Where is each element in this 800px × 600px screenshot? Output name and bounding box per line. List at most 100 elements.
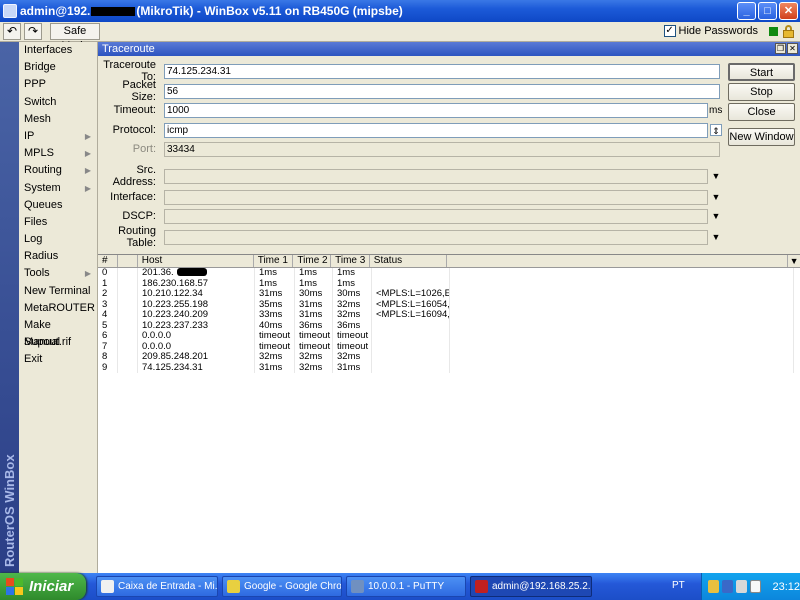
interface-dropdown-icon[interactable]: ▼	[710, 191, 722, 203]
dscp-input[interactable]	[164, 208, 708, 224]
menu-item-make-supout-rif[interactable]: Make Supout.rif	[19, 317, 97, 348]
column-header[interactable]: Time 3	[331, 255, 370, 267]
taskbar-task[interactable]: Google - Google Chrome	[222, 576, 342, 597]
menu-item-ppp[interactable]: PPP	[19, 76, 97, 93]
menu-item-radius[interactable]: Radius	[19, 248, 97, 265]
routing-table-dropdown-icon[interactable]: ▼	[710, 231, 722, 243]
table-cell: 186.230.168.57	[138, 278, 255, 289]
start-button-taskbar[interactable]: Iniciar	[0, 573, 86, 600]
column-header[interactable]: #	[98, 255, 118, 267]
new-window-button[interactable]: New Window	[728, 128, 795, 146]
menu-item-system[interactable]: System ▶	[19, 180, 97, 197]
network-tray-icon[interactable]	[722, 580, 734, 593]
menu-item-queues[interactable]: Queues	[19, 197, 97, 214]
menu-item-bridge[interactable]: Bridge	[19, 59, 97, 76]
menu-item-label: Switch	[24, 95, 57, 108]
safe-mode-button[interactable]: Safe Mode	[50, 23, 100, 52]
routing-table-select[interactable]	[164, 229, 708, 245]
interface-select[interactable]	[164, 189, 708, 205]
table-cell: 33ms	[255, 310, 295, 321]
shield-tray-icon[interactable]	[750, 580, 762, 593]
menu-item-interfaces[interactable]: Interfaces	[19, 42, 97, 59]
menu-item-metarouter[interactable]: MetaROUTER	[19, 300, 97, 317]
restore-icon[interactable]: ❐	[775, 43, 786, 54]
table-row[interactable]: 7 0.0.0.0 timeout timeout timeout	[98, 341, 800, 352]
protocol-dropdown-icon[interactable]: ⇕	[710, 124, 722, 136]
hide-passwords-checkbox[interactable]: ✓	[663, 25, 676, 37]
close-icon[interactable]: ✕	[787, 43, 798, 54]
table-row[interactable]: 9 74.125.234.31 31ms 32ms 31ms	[98, 362, 800, 373]
table-row[interactable]: 8 209.85.248.201 32ms 32ms 32ms	[98, 352, 800, 363]
table-row[interactable]: 4 10.223.240.209 33ms 31ms 32ms <MPLS:L=16094…	[98, 310, 800, 321]
menu-item-log[interactable]: Log	[19, 231, 97, 248]
table-cell	[372, 278, 450, 289]
menu-item-tools[interactable]: Tools ▶	[19, 265, 97, 282]
maximize-button[interactable]: □	[758, 2, 777, 20]
table-cell: 1ms	[255, 268, 295, 279]
column-header[interactable]: Time 2	[293, 255, 332, 267]
mail-tray-icon[interactable]	[708, 580, 720, 593]
menu-item-switch[interactable]: Switch	[19, 94, 97, 111]
packet-size-input[interactable]: 56	[164, 83, 720, 99]
port-label: Port:	[132, 143, 156, 155]
table-row[interactable]: 6 0.0.0.0 timeout timeout timeout	[98, 331, 800, 342]
table-row[interactable]: 3 10.223.255.198 35ms 31ms 32ms <MPLS:L=16054…	[98, 299, 800, 310]
column-header[interactable]	[118, 255, 138, 267]
menu-item-label: Routing	[24, 164, 62, 177]
table-row[interactable]: 1 186.230.168.57 1ms 1ms 1ms	[98, 278, 800, 289]
protocol-select[interactable]: icmp	[164, 122, 708, 138]
winbox-app-icon	[3, 4, 17, 18]
menu-item-files[interactable]: Files	[19, 214, 97, 231]
dscp-dropdown-icon[interactable]: ▼	[710, 210, 722, 222]
language-indicator[interactable]: PT	[672, 580, 685, 591]
stop-button[interactable]: Stop	[728, 83, 795, 101]
traceroute-header[interactable]: Traceroute ❐ ✕	[98, 42, 800, 56]
column-menu-icon[interactable]: ▼	[788, 255, 800, 267]
table-row[interactable]: 210.210.122.3431ms30ms30ms<MPLS:L=1026,E…	[98, 289, 800, 300]
table-cell: 30ms	[295, 289, 333, 300]
minimize-button[interactable]: _	[737, 2, 756, 20]
window-title-bar[interactable]: admin@192. (MikroTik) - WinBox v5.11 on R…	[0, 0, 800, 22]
volume-tray-icon[interactable]	[736, 580, 748, 593]
menu-item-ip[interactable]: IP ▶	[19, 128, 97, 145]
menu-item-routing[interactable]: Routing ▶	[19, 162, 97, 179]
redo-button[interactable]: ↷	[24, 23, 42, 40]
start-button[interactable]: Start	[728, 63, 795, 81]
hide-passwords-toggle[interactable]: ✓ Hide Passwords	[663, 25, 758, 37]
table-cell	[372, 352, 450, 363]
close-window-button[interactable]: ✕	[779, 2, 798, 20]
column-header[interactable]: Host	[138, 255, 254, 267]
menu-item-label: Mesh	[24, 112, 51, 125]
column-header[interactable]: Status	[370, 255, 448, 267]
table-cell: 32ms	[333, 299, 372, 310]
port-input[interactable]: 33434	[164, 141, 720, 157]
table-cell: 32ms	[295, 362, 333, 373]
table-row[interactable]: 5 10.223.237.233 40ms 36ms 36ms	[98, 320, 800, 331]
menu-item-mesh[interactable]: Mesh	[19, 111, 97, 128]
column-header[interactable]: Time 1	[254, 255, 294, 267]
table-cell: 0	[98, 268, 118, 279]
protocol-row: Protocol: icmp ⇕	[98, 122, 800, 138]
menu-item-label: MPLS	[24, 147, 54, 160]
toolbar: ↶ ↷ Safe Mode ✓ Hide Passwords	[0, 22, 800, 52]
menu-item-mpls[interactable]: MPLS ▶	[19, 145, 97, 162]
undo-button[interactable]: ↶	[3, 23, 21, 40]
column-header[interactable]	[447, 255, 789, 267]
table-cell: 1ms	[333, 278, 372, 289]
table-row[interactable]: 0 201.36. 1ms 1ms 1ms	[98, 268, 800, 279]
taskbar-task[interactable]: 10.0.0.1 - PuTTY	[346, 576, 466, 597]
src-address-dropdown-icon[interactable]: ▼	[710, 170, 722, 182]
table-cell	[372, 268, 450, 279]
table-header: # Host Time 1 Time 2 Time 3 Status ▼	[98, 255, 800, 268]
menu-item-manual[interactable]: Manual	[19, 334, 97, 351]
timeout-input[interactable]: 1000	[164, 102, 708, 118]
taskbar-task[interactable]: Caixa de Entrada - Mi...	[96, 576, 218, 597]
close-button[interactable]: Close	[728, 103, 795, 121]
menu-item-exit[interactable]: Exit	[19, 351, 97, 368]
traceroute-to-input[interactable]: 74.125.234.31	[164, 63, 720, 79]
table-cell	[450, 310, 794, 321]
src-address-input[interactable]	[164, 168, 708, 184]
taskbar-task[interactable]: admin@192.168.25.2...	[470, 576, 592, 597]
menu-item-new-terminal[interactable]: New Terminal	[19, 283, 97, 300]
table-cell: 0.0.0.0	[138, 331, 255, 342]
